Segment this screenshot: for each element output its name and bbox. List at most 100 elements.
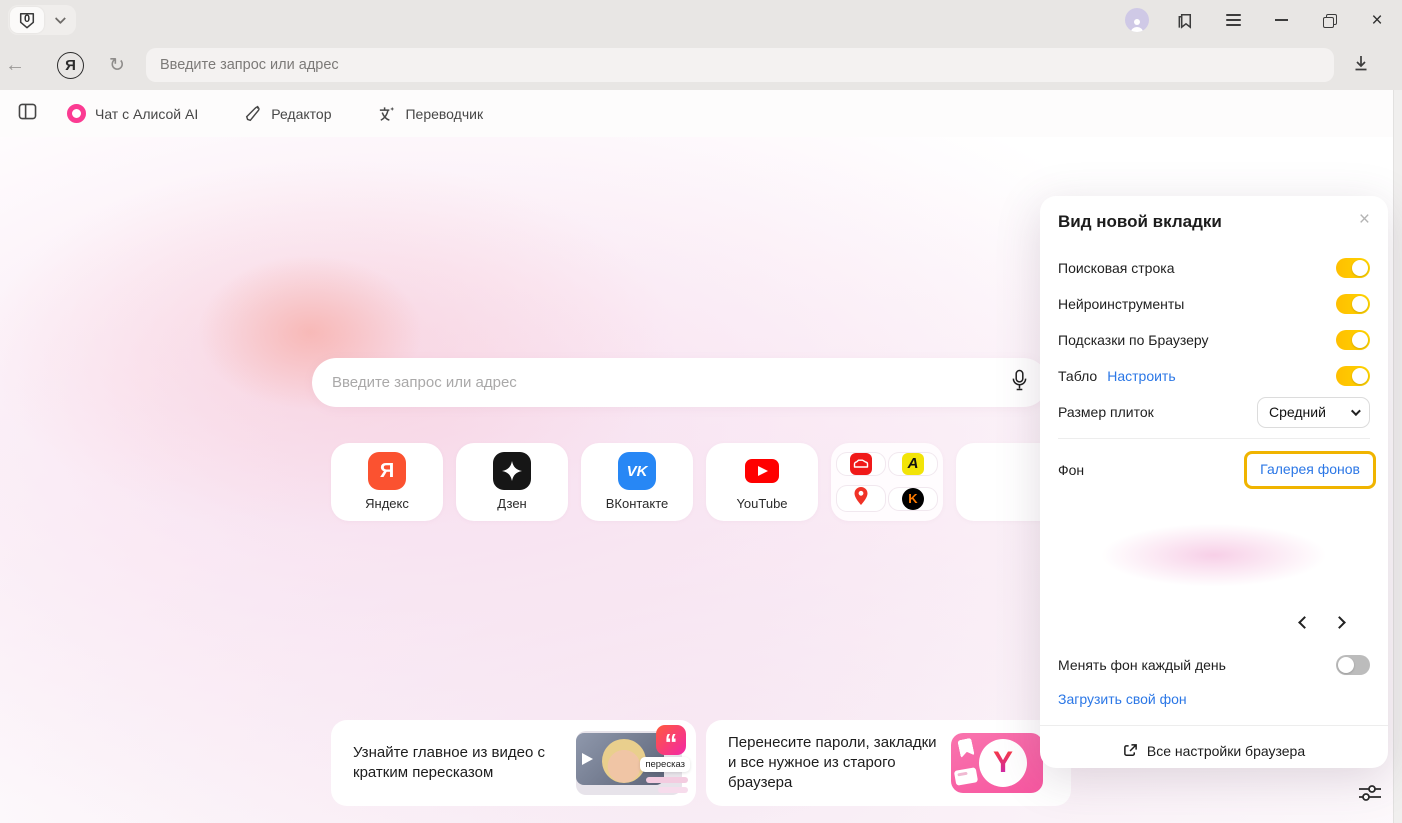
tile-size-dropdown[interactable]: Средний	[1257, 397, 1370, 428]
protect-shield-icon: 0	[18, 11, 36, 30]
yandex-logo-button[interactable]: Я	[57, 52, 84, 79]
tab-list-chevron-button[interactable]	[44, 7, 74, 33]
close-icon: ×	[1371, 11, 1382, 30]
all-browser-settings-link[interactable]: Все настройки браузера	[1147, 743, 1305, 759]
new-tab-settings-panel: Вид новой вкладки × Поисковая строка Ней…	[1040, 196, 1388, 768]
setting-row-tableau: Табло Настроить	[1058, 358, 1370, 394]
reload-button[interactable]: ↻	[102, 54, 132, 77]
bookmark-label: Чат с Алисой AI	[95, 106, 198, 122]
tile-vkontakte[interactable]: VK ВКонтакте	[581, 443, 693, 521]
toggle-browser-tips[interactable]	[1336, 330, 1370, 350]
youtube-icon	[743, 452, 781, 490]
promo-card-video-summary[interactable]: Узнайте главное из видео с кратким перес…	[331, 720, 696, 806]
car-icon	[850, 453, 872, 475]
video-summary-illustration: “ пересказ	[576, 731, 682, 795]
background-gallery-link[interactable]: Галерея фонов	[1260, 461, 1360, 477]
translate-icon	[377, 104, 396, 123]
title-bar: 0 ×	[0, 0, 1402, 40]
setting-row-neuro-tools: Нейроинструменты	[1058, 286, 1370, 322]
toggle-daily-background[interactable]	[1336, 655, 1370, 675]
promo-card-import-data[interactable]: Перенесите пароли, закладки и все нужное…	[706, 720, 1071, 806]
main-search-bar[interactable]	[312, 358, 1048, 407]
toggle-search-bar[interactable]	[1336, 258, 1370, 278]
restore-icon	[1323, 14, 1335, 26]
bookmark-translator[interactable]: Переводчик	[377, 104, 483, 123]
toggle-knob	[1338, 657, 1354, 673]
folder-mini-kinopoisk[interactable]: K	[889, 488, 937, 510]
microphone-icon	[1011, 369, 1028, 391]
bookmarks-bar: Чат с Алисой AI Редактор Переводчик	[0, 90, 1402, 137]
tile-youtube[interactable]: YouTube	[706, 443, 818, 521]
kinopoisk-icon: K	[902, 488, 924, 510]
bookmark-label: Переводчик	[405, 106, 483, 122]
folder-mini-avito[interactable]: A	[889, 453, 937, 475]
sidebar-icon	[18, 103, 37, 120]
setting-row-browser-tips: Подсказки по Браузеру	[1058, 322, 1370, 358]
next-background-button chevron-right-icon[interactable]	[1333, 616, 1346, 629]
active-tab[interactable]: 0	[10, 7, 44, 33]
setting-row-daily-background: Менять фон каждый день	[1058, 647, 1370, 683]
play-icon	[582, 753, 593, 765]
summary-badge: пересказ	[640, 757, 690, 772]
avito-like-icon: A	[902, 453, 924, 475]
minimize-button[interactable]	[1269, 8, 1293, 32]
sidebar-toggle-button[interactable]	[18, 103, 37, 125]
address-bar[interactable]	[146, 48, 1334, 82]
bookmarks-panel-button[interactable]	[1173, 8, 1197, 32]
tableau-tiles: Я Яндекс Дзен VK ВКонтакте YouTube	[331, 443, 1068, 521]
yandex-icon: Я	[368, 452, 406, 490]
bookmark-alice-chat[interactable]: Чат с Алисой AI	[67, 104, 198, 123]
restore-button[interactable]	[1317, 8, 1341, 32]
setting-row-background: Фон Галерея фонов	[1058, 447, 1370, 493]
main-search-input[interactable]	[332, 374, 1011, 391]
address-row: ← Я ↻	[0, 40, 1402, 90]
prev-background-button chevron-left-icon[interactable]	[1298, 616, 1311, 629]
toggle-knob	[1352, 332, 1368, 348]
gallery-callout-highlight: Галерея фонов	[1244, 451, 1376, 489]
address-input[interactable]	[160, 57, 1320, 73]
dropdown-value: Средний	[1269, 404, 1326, 420]
folder-mini-maps[interactable]	[837, 486, 885, 511]
downloads-button[interactable]	[1352, 54, 1370, 77]
close-button[interactable]: ×	[1365, 8, 1389, 32]
map-pin-icon	[853, 486, 869, 511]
background-carousel-nav	[1058, 609, 1370, 635]
promo-cards: Узнайте главное из видео с кратким перес…	[331, 720, 1071, 806]
browser-window: 0 × ← Я ↻	[0, 0, 1402, 823]
titlebar-controls: ×	[1125, 0, 1389, 40]
tab-group: 0	[8, 5, 76, 35]
page-settings-button[interactable]	[1357, 781, 1383, 810]
chevron-down-icon	[55, 13, 66, 24]
bookmark-editor[interactable]: Редактор	[244, 105, 331, 123]
alice-icon	[67, 104, 86, 123]
bookmark-flag-icon	[1176, 11, 1195, 30]
tab-counter-badge: 0	[18, 11, 36, 30]
tune-sliders-icon	[1357, 781, 1383, 805]
tableau-configure-link[interactable]: Настроить	[1107, 368, 1175, 384]
folder-mini-auto[interactable]	[837, 453, 885, 475]
panel-footer[interactable]: Все настройки браузера	[1040, 725, 1388, 775]
text-line-decor	[646, 777, 688, 783]
quote-badge-icon: “	[656, 725, 686, 755]
panel-close-button[interactable]: ×	[1359, 210, 1370, 229]
toggle-knob	[1352, 368, 1368, 384]
setting-row-tile-size: Размер плиток Средний	[1058, 394, 1370, 430]
person-icon	[1129, 18, 1145, 32]
back-button[interactable]: ←	[0, 54, 30, 77]
bookmark-label: Редактор	[271, 106, 331, 122]
upload-background-link[interactable]: Загрузить свой фон	[1058, 691, 1187, 707]
tile-folder-group[interactable]: A K	[831, 443, 943, 521]
profile-avatar[interactable]	[1125, 8, 1149, 32]
voice-search-button[interactable]	[1011, 369, 1028, 396]
toggle-knob	[1352, 296, 1368, 312]
tile-yandex[interactable]: Я Яндекс	[331, 443, 443, 521]
toggle-tableau[interactable]	[1336, 366, 1370, 386]
toggle-knob	[1352, 260, 1368, 276]
background-preview[interactable]	[1054, 497, 1374, 609]
page-scrollbar[interactable]	[1393, 90, 1402, 823]
tile-dzen[interactable]: Дзен	[456, 443, 568, 521]
menu-button[interactable]	[1221, 8, 1245, 32]
setting-row-search-bar: Поисковая строка	[1058, 250, 1370, 286]
download-icon	[1352, 54, 1370, 72]
toggle-neuro-tools[interactable]	[1336, 294, 1370, 314]
